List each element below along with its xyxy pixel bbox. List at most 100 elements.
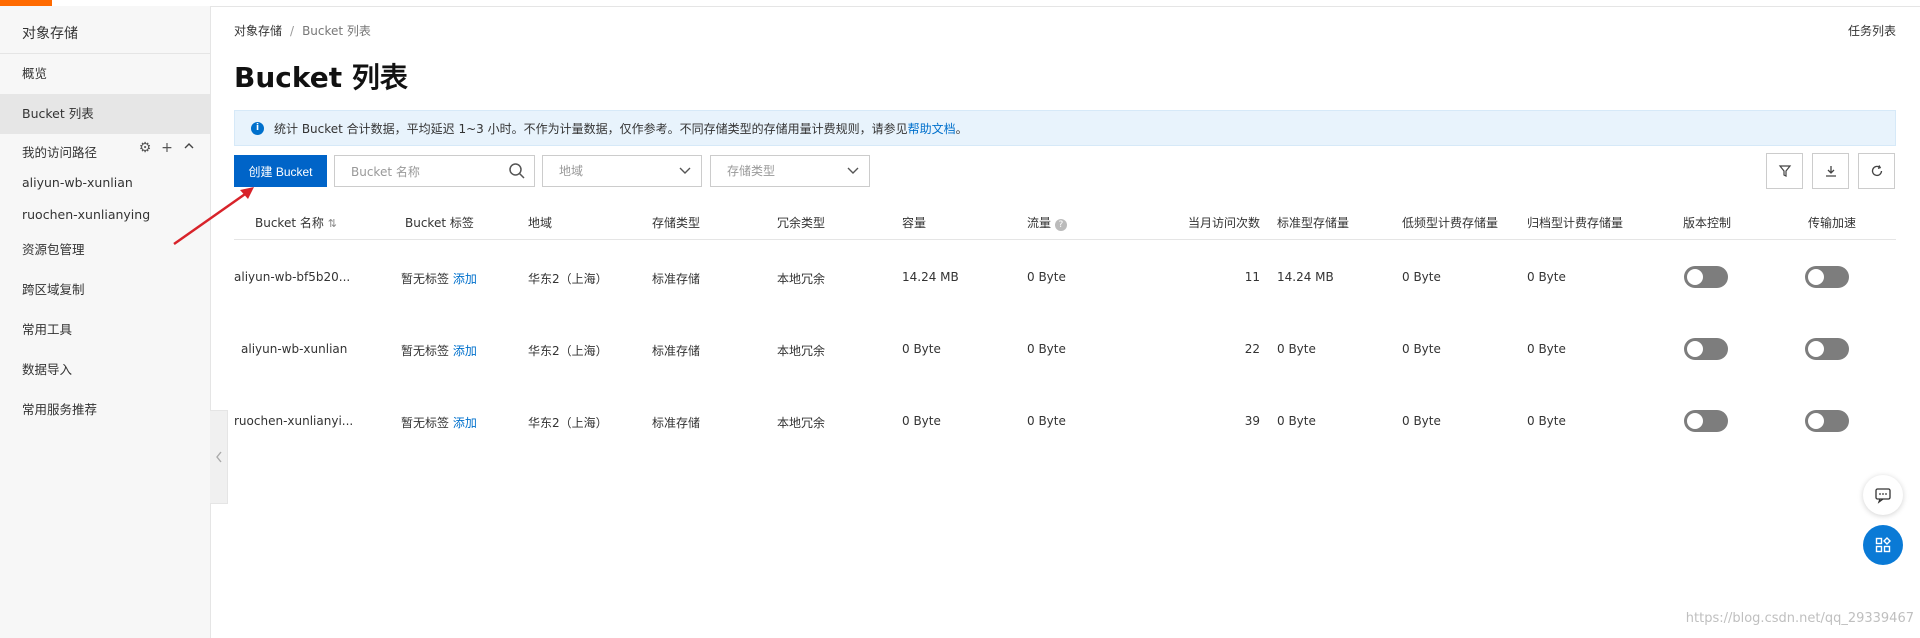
storage-type-select[interactable]: 存储类型: [710, 155, 870, 187]
bucket-name-link[interactable]: ruochen-xunlianyi...: [234, 414, 353, 428]
sidebar-item-bucket-list[interactable]: Bucket 列表: [0, 94, 210, 134]
column-header-region: 地域: [528, 216, 553, 230]
bucket-name-link[interactable]: aliyun-wb-bf5b20...: [234, 270, 350, 284]
capacity-cell: 0 Byte: [902, 414, 941, 428]
download-button[interactable]: [1812, 153, 1849, 189]
bucket-tag-cell: 暂无标签 添加: [401, 342, 477, 359]
plus-icon[interactable]: +: [159, 140, 175, 156]
archive-storage-cell: 0 Byte: [1527, 414, 1566, 428]
sidebar-item-recommended-services[interactable]: 常用服务推荐: [0, 390, 210, 430]
gear-icon[interactable]: ⚙: [137, 140, 153, 156]
transfer-acceleration-toggle[interactable]: [1805, 266, 1849, 288]
task-list-link[interactable]: 任务列表: [1848, 22, 1896, 39]
sort-icon[interactable]: ⇅: [328, 217, 337, 230]
sidebar-path-aliyun-wb-xunlian[interactable]: aliyun-wb-xunlian: [22, 175, 133, 190]
column-header-bucket-tag: Bucket 标签: [405, 216, 474, 230]
page-title: Bucket 列表: [234, 61, 408, 94]
region-select[interactable]: 地域: [542, 155, 702, 187]
info-icon: i: [251, 121, 264, 135]
redundancy-cell: 本地冗余: [777, 344, 826, 358]
column-header-ia-storage: 低频型计费存储量: [1402, 216, 1499, 230]
capacity-cell: 0 Byte: [902, 342, 941, 356]
standard-storage-cell: 0 Byte: [1277, 414, 1316, 428]
sidebar-path-ruochen-xunlianying[interactable]: ruochen-xunlianying: [22, 207, 150, 222]
notice-tail: 。: [955, 121, 968, 136]
refresh-button[interactable]: [1858, 153, 1895, 189]
help-icon[interactable]: ?: [1054, 219, 1067, 231]
standard-storage-cell: 0 Byte: [1277, 342, 1316, 356]
bucket-name-link[interactable]: aliyun-wb-xunlian: [241, 342, 347, 356]
region-cell: 华东2（上海）: [528, 344, 608, 358]
bucket-tag-cell: 暂无标签 添加: [401, 270, 477, 287]
versioning-toggle[interactable]: [1684, 338, 1728, 360]
region-cell: 华东2（上海）: [528, 272, 608, 286]
storage-type-cell: 标准存储: [652, 344, 701, 358]
column-header-archive-storage: 归档型计费存储量: [1527, 216, 1624, 230]
help-doc-link[interactable]: 帮助文档: [908, 120, 956, 137]
versioning-toggle[interactable]: [1684, 266, 1728, 288]
add-tag-link[interactable]: 添加: [453, 272, 477, 286]
column-header-label: 流量: [1027, 216, 1052, 230]
versioning-toggle[interactable]: [1684, 410, 1728, 432]
region-cell: 华东2（上海）: [528, 416, 608, 430]
chevron-up-icon[interactable]: [181, 140, 197, 156]
breadcrumb-separator: /: [290, 24, 295, 38]
filter-button[interactable]: [1766, 153, 1803, 189]
column-header-capacity: 容量: [902, 216, 927, 230]
add-tag-link[interactable]: 添加: [453, 416, 477, 430]
traffic-cell: 0 Byte: [1027, 342, 1066, 356]
ia-storage-cell: 0 Byte: [1402, 342, 1441, 356]
chevron-down-icon: [679, 160, 691, 191]
sidebar-item-data-import[interactable]: 数据导入: [0, 350, 210, 390]
app-menu-button[interactable]: [1863, 525, 1903, 565]
sidebar-item-cross-region-replication[interactable]: 跨区域复制: [0, 270, 210, 310]
monthly-visits-cell: 39: [1244, 414, 1260, 428]
breadcrumb: 对象存储 / Bucket 列表: [234, 22, 371, 39]
refresh-icon: [1871, 165, 1882, 177]
app-grid-icon: [1875, 537, 1891, 553]
column-header-versioning: 版本控制: [1683, 216, 1732, 230]
table-header-divider: [234, 239, 1896, 240]
sidebar-title: 对象存储: [22, 26, 78, 42]
column-header-standard-storage: 标准型存储量: [1277, 216, 1350, 230]
download-icon: [1825, 166, 1836, 177]
sidebar-item-tools[interactable]: 常用工具: [0, 310, 210, 350]
traffic-cell: 0 Byte: [1027, 414, 1066, 428]
ia-storage-cell: 0 Byte: [1402, 414, 1441, 428]
sidebar: 对象存储 概览 Bucket 列表 我的访问路径 ⚙ + aliyun-wb-x…: [0, 6, 211, 638]
transfer-acceleration-toggle[interactable]: [1805, 338, 1849, 360]
ia-storage-cell: 0 Byte: [1402, 270, 1441, 284]
traffic-cell: 0 Byte: [1027, 270, 1066, 284]
sidebar-access-path-label: 我的访问路径: [22, 145, 98, 160]
transfer-acceleration-toggle[interactable]: [1805, 410, 1849, 432]
storage-type-cell: 标准存储: [652, 272, 701, 286]
info-notice: i 统计 Bucket 合计数据，平均延迟 1~3 小时。不作为计量数据，仅作参…: [234, 110, 1896, 146]
sidebar-item-overview[interactable]: 概览: [0, 54, 210, 94]
standard-storage-cell: 14.24 MB: [1277, 270, 1334, 284]
top-bar: [0, 0, 1920, 7]
column-header-transfer-acceleration: 传输加速: [1808, 216, 1857, 230]
chat-button[interactable]: [1863, 475, 1903, 515]
monthly-visits-cell: 22: [1244, 342, 1260, 356]
monthly-visits-cell: 11: [1244, 270, 1260, 284]
archive-storage-cell: 0 Byte: [1527, 270, 1566, 284]
search-icon[interactable]: [508, 162, 526, 180]
bucket-tag-text: 暂无标签: [401, 416, 450, 430]
sidebar-collapse-handle[interactable]: [210, 410, 228, 504]
column-header-redundancy: 冗余类型: [777, 216, 826, 230]
bucket-name-search-input[interactable]: [335, 156, 513, 188]
bucket-tag-text: 暂无标签: [401, 344, 450, 358]
breadcrumb-root[interactable]: 对象存储: [234, 24, 282, 38]
annotation-arrow: [173, 187, 254, 246]
bucket-tag-cell: 暂无标签 添加: [401, 414, 477, 431]
chat-icon: [1875, 488, 1891, 504]
column-header-storage-type: 存储类型: [652, 216, 701, 230]
chevron-down-icon: [847, 160, 859, 191]
access-path-actions: ⚙ +: [137, 140, 197, 156]
capacity-cell: 14.24 MB: [902, 270, 959, 284]
redundancy-cell: 本地冗余: [777, 272, 826, 286]
redundancy-cell: 本地冗余: [777, 416, 826, 430]
filter-icon: [1778, 165, 1791, 177]
add-tag-link[interactable]: 添加: [453, 344, 477, 358]
column-header-traffic: 流量 ?: [1027, 214, 1067, 231]
